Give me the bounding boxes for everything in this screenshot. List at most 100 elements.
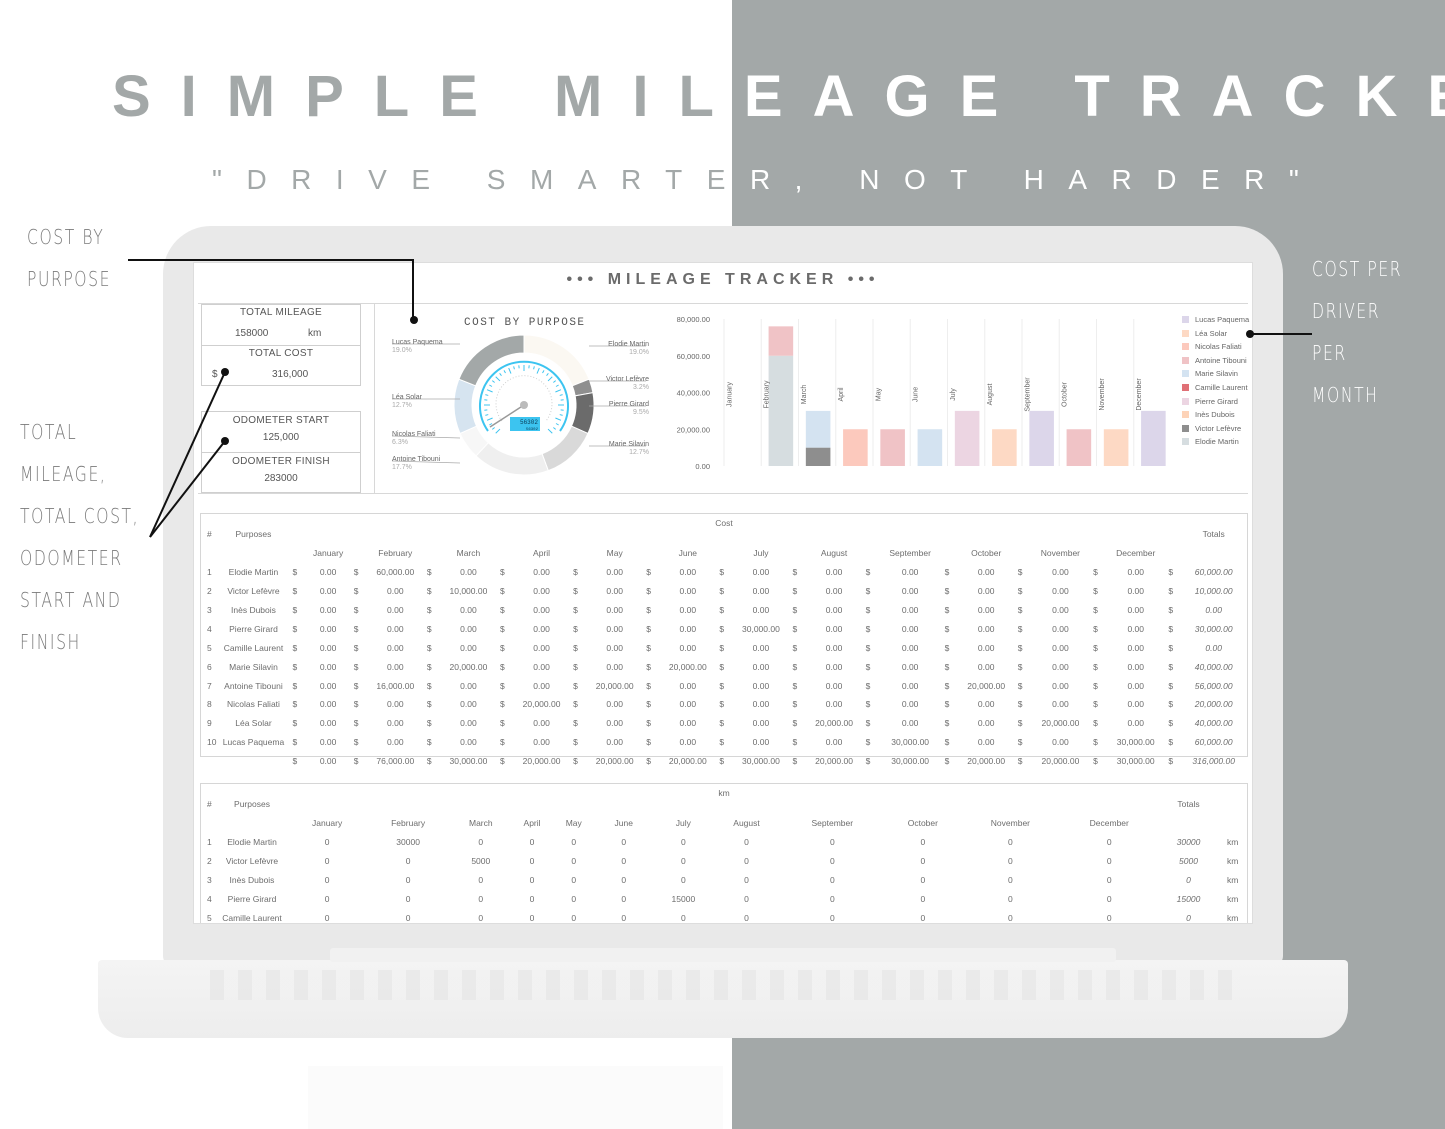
value-cell[interactable]: 0.00 [512, 563, 571, 582]
value-cell[interactable]: 0 [713, 908, 780, 923]
value-cell[interactable]: 0.00 [957, 657, 1016, 676]
value-cell[interactable]: 0.00 [1105, 563, 1166, 582]
legend-item[interactable]: Nicolas Faliati [1182, 342, 1242, 351]
value-cell[interactable]: 20,000.00 [957, 676, 1016, 695]
value-cell[interactable]: 0 [553, 889, 593, 908]
value-cell[interactable]: 0 [289, 908, 365, 923]
bar-segment[interactable] [768, 326, 794, 356]
value-cell[interactable]: 0.00 [731, 733, 790, 752]
value-cell[interactable]: 0 [885, 908, 961, 923]
value-cell[interactable]: 0 [594, 871, 654, 890]
value-cell[interactable]: 0.00 [1030, 676, 1091, 695]
value-cell[interactable]: 15000 [654, 889, 714, 908]
value-cell[interactable]: 10,000.00 [439, 582, 498, 601]
value-cell[interactable]: 0.00 [878, 676, 943, 695]
bar-segment[interactable] [805, 447, 831, 466]
value-cell[interactable]: 0.00 [731, 638, 790, 657]
value-cell[interactable]: 0 [654, 871, 714, 890]
value-cell[interactable]: 0.00 [585, 601, 644, 620]
value-cell[interactable]: 0.00 [957, 601, 1016, 620]
value-cell[interactable]: 0.00 [957, 582, 1016, 601]
bar-segment[interactable] [880, 429, 905, 466]
value-cell[interactable]: 0.00 [585, 638, 644, 657]
row-purpose-name[interactable]: Pierre Girard [216, 619, 290, 638]
bar-segment[interactable] [1029, 410, 1054, 466]
value-cell[interactable]: 0 [961, 908, 1060, 923]
value-cell[interactable]: 0 [594, 889, 654, 908]
row-purpose-name[interactable]: Nicolas Faliati [216, 695, 290, 714]
value-cell[interactable]: 0.00 [512, 676, 571, 695]
legend-item[interactable]: Inès Dubois [1182, 410, 1235, 419]
value-cell[interactable]: 30,000.00 [731, 619, 790, 638]
value-cell[interactable]: 0.00 [731, 695, 790, 714]
value-cell[interactable]: 0 [885, 871, 961, 890]
value-cell[interactable]: 0.00 [658, 619, 717, 638]
value-cell[interactable]: 0 [511, 871, 554, 890]
legend-item[interactable]: Léa Solar [1182, 329, 1227, 338]
legend-item[interactable]: Lucas Paquema [1182, 315, 1249, 324]
value-cell[interactable]: 0.00 [585, 714, 644, 733]
value-cell[interactable]: 0.00 [878, 601, 943, 620]
value-cell[interactable]: 0.00 [658, 695, 717, 714]
value-cell[interactable]: 0.00 [878, 582, 943, 601]
value-cell[interactable]: 0 [713, 833, 780, 852]
value-cell[interactable]: 0.00 [731, 563, 790, 582]
value-cell[interactable]: 0.00 [878, 638, 943, 657]
value-cell[interactable]: 0.00 [304, 676, 351, 695]
value-cell[interactable]: 0.00 [1105, 582, 1166, 601]
value-cell[interactable]: 0.00 [304, 619, 351, 638]
value-cell[interactable]: 0.00 [878, 695, 943, 714]
row-purpose-name[interactable]: Victor Lefèvre [215, 852, 289, 871]
row-purpose-name[interactable]: Pierre Girard [215, 889, 289, 908]
value-cell[interactable]: 0 [1060, 889, 1159, 908]
value-cell[interactable]: 0 [713, 852, 780, 871]
value-cell[interactable]: 0.00 [304, 638, 351, 657]
value-cell[interactable]: 0.00 [439, 563, 498, 582]
value-cell[interactable]: 0.00 [957, 638, 1016, 657]
row-purpose-name[interactable]: Antoine Tibouni [216, 676, 290, 695]
value-cell[interactable]: 0.00 [878, 714, 943, 733]
value-cell[interactable]: 0.00 [304, 563, 351, 582]
value-cell[interactable]: 20,000.00 [585, 676, 644, 695]
row-purpose-name[interactable]: Elodie Martin [215, 833, 289, 852]
value-cell[interactable]: 20,000.00 [512, 695, 571, 714]
value-cell[interactable]: 0 [961, 889, 1060, 908]
value-cell[interactable]: 0 [654, 833, 714, 852]
value-cell[interactable]: 0.00 [658, 638, 717, 657]
value-cell[interactable]: 0.00 [658, 714, 717, 733]
value-cell[interactable]: 0.00 [512, 714, 571, 733]
value-cell[interactable]: 0 [365, 889, 451, 908]
value-cell[interactable]: 0 [780, 908, 885, 923]
value-cell[interactable]: 0 [511, 889, 554, 908]
value-cell[interactable]: 30,000.00 [1105, 733, 1166, 752]
value-cell[interactable]: 0.00 [957, 714, 1016, 733]
value-cell[interactable]: 0.00 [805, 657, 864, 676]
value-cell[interactable]: 30,000.00 [878, 733, 943, 752]
value-cell[interactable]: 0.00 [878, 563, 943, 582]
value-cell[interactable]: 0.00 [439, 601, 498, 620]
value-cell[interactable]: 0 [961, 852, 1060, 871]
value-cell[interactable]: 0 [289, 852, 365, 871]
value-cell[interactable]: 0.00 [805, 601, 864, 620]
bar-segment[interactable] [843, 429, 868, 466]
value-cell[interactable]: 0.00 [1030, 695, 1091, 714]
value-cell[interactable]: 0.00 [731, 714, 790, 733]
bar-segment[interactable] [954, 410, 980, 466]
value-cell[interactable]: 0.00 [366, 733, 425, 752]
value-cell[interactable]: 0.00 [805, 563, 864, 582]
value-cell[interactable]: 0 [594, 908, 654, 923]
kpi-value[interactable]: 125,000 [202, 426, 360, 443]
value-cell[interactable]: 5000 [451, 852, 511, 871]
value-cell[interactable]: 0 [451, 889, 511, 908]
value-cell[interactable]: 0.00 [957, 695, 1016, 714]
value-cell[interactable]: 0.00 [512, 638, 571, 657]
value-cell[interactable]: 0.00 [1105, 657, 1166, 676]
bar-segment[interactable] [1066, 429, 1092, 466]
value-cell[interactable]: 0 [553, 833, 593, 852]
value-cell[interactable]: 0 [365, 852, 451, 871]
value-cell[interactable]: 0 [511, 833, 554, 852]
value-cell[interactable]: 0.00 [731, 676, 790, 695]
kpi-value[interactable]: 158000 [235, 328, 268, 339]
value-cell[interactable]: 0.00 [512, 657, 571, 676]
legend-item[interactable]: Marie Silavin [1182, 369, 1238, 378]
